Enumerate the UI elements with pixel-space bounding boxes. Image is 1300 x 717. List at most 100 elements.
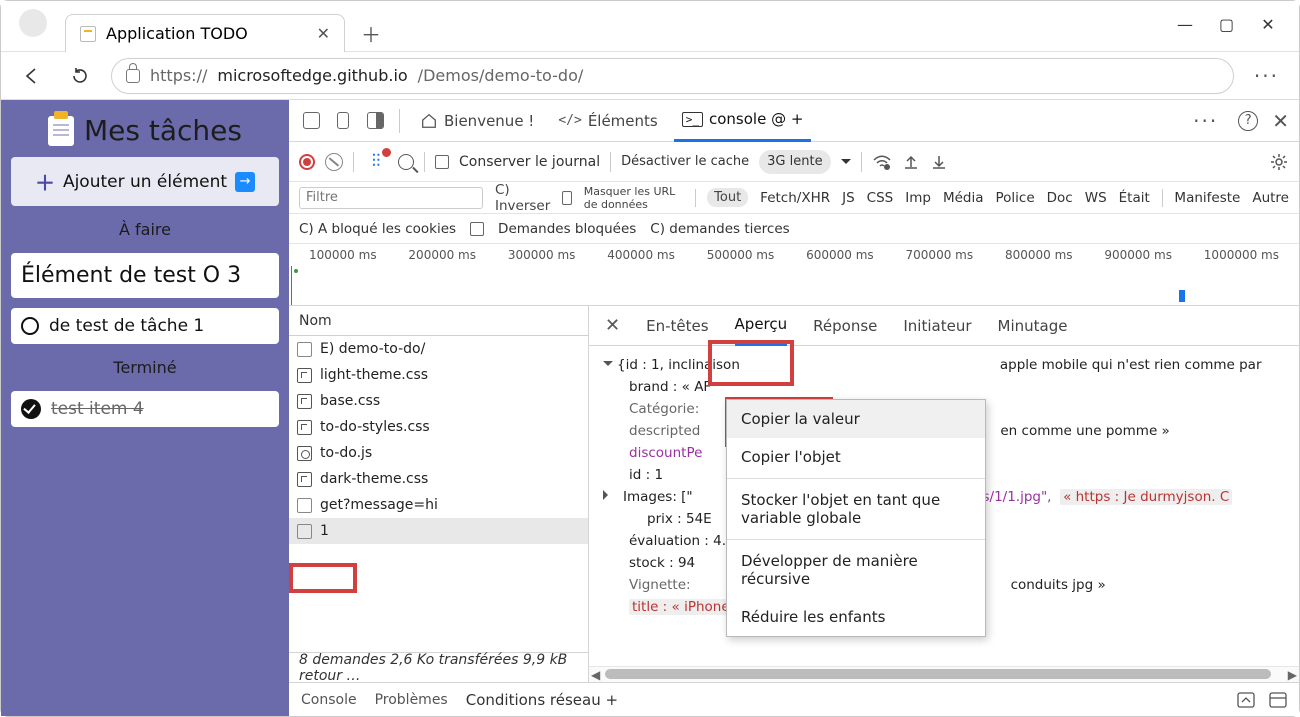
request-row[interactable]: get?message=hi	[289, 492, 588, 518]
request-row[interactable]: dark-theme.css	[289, 466, 588, 492]
blocked-cookies-toggle[interactable]: C) A bloqué les cookies	[299, 221, 456, 237]
url-host: microsoftedge.github.io	[217, 66, 407, 85]
request-row[interactable]: 1	[289, 518, 588, 544]
filter-input[interactable]	[299, 187, 483, 209]
drawer-collapse-icon[interactable]	[1269, 692, 1287, 708]
context-menu-item-store-global[interactable]: Stocker l'objet en tant que variable glo…	[727, 481, 985, 537]
console-icon: >_	[682, 112, 703, 127]
back-button[interactable]	[15, 59, 49, 93]
filter-type[interactable]: CSS	[867, 190, 894, 206]
help-icon[interactable]: ?	[1238, 111, 1258, 131]
filter-type[interactable]: Doc	[1047, 190, 1073, 206]
preserve-log-checkbox[interactable]	[435, 155, 449, 169]
section-todo: À faire	[11, 216, 279, 243]
request-row[interactable]: base.css	[289, 388, 588, 414]
third-party-toggle[interactable]: C) demandes tierces	[650, 221, 789, 237]
request-name: light-theme.css	[320, 367, 428, 383]
tab-console-quick[interactable]: >_ console @ +	[674, 100, 812, 142]
blocked-reqs-checkbox[interactable]	[470, 222, 484, 236]
invert-checkbox[interactable]: C) Inverser	[495, 182, 550, 214]
file-type-icon	[297, 498, 312, 513]
task-item-pending[interactable]: de test de tâche 1	[11, 308, 279, 344]
code-icon: </>	[558, 113, 581, 128]
filter-type[interactable]: WS	[1085, 190, 1107, 206]
file-type-icon	[297, 524, 312, 539]
filter-type[interactable]: Était	[1119, 190, 1150, 206]
tab-headers[interactable]: En-têtes	[646, 306, 708, 346]
request-list-header[interactable]: Nom	[289, 306, 588, 336]
filter-toggle-icon[interactable]: ⫶⫶	[364, 150, 388, 174]
filter-type-all[interactable]: Tout	[707, 188, 748, 207]
browser-tab[interactable]: Application TODO ✕	[65, 14, 345, 52]
drawer-tab-console[interactable]: Console	[301, 692, 357, 708]
inspect-element-icon[interactable]	[299, 109, 323, 133]
request-name: get?message=hi	[320, 497, 438, 513]
detail-close-icon[interactable]: ✕	[605, 315, 620, 336]
new-tab-button[interactable]: ＋	[353, 15, 389, 51]
url-scheme: https://	[150, 66, 207, 85]
tab-initiator[interactable]: Initiateur	[903, 306, 971, 346]
filter-type[interactable]: Média	[943, 190, 984, 206]
request-name: to-do.js	[320, 445, 372, 461]
browser-menu-icon[interactable]: ···	[1248, 64, 1285, 88]
url-box[interactable]: https://microsoftedge.github.io/Demos/de…	[111, 58, 1234, 94]
close-window-icon[interactable]: ✕	[1261, 15, 1275, 34]
task-input[interactable]: Élément de test O 3	[11, 253, 279, 298]
tab-response[interactable]: Réponse	[813, 306, 877, 346]
checked-circle-icon[interactable]	[21, 399, 41, 419]
filter-type[interactable]: Manifeste	[1174, 190, 1240, 206]
profile-avatar[interactable]	[19, 9, 47, 37]
drawer-tab-netconditions[interactable]: Conditions réseau +	[466, 691, 618, 709]
maximize-icon[interactable]: ▢	[1219, 15, 1233, 34]
record-icon[interactable]	[299, 154, 315, 170]
request-row[interactable]: light-theme.css	[289, 362, 588, 388]
filter-type[interactable]: Fetch/XHR	[760, 190, 830, 206]
drawer-expand-icon[interactable]	[1237, 692, 1255, 708]
context-menu-item-expand[interactable]: Développer de manière récursive	[727, 542, 985, 598]
settings-gear-icon[interactable]	[1269, 152, 1289, 172]
chevron-down-icon[interactable]	[841, 159, 851, 169]
disable-cache-label[interactable]: Désactiver le cache	[621, 154, 749, 169]
drawer-tab-problems[interactable]: Problèmes	[375, 692, 448, 708]
network-timeline[interactable]: 100000 ms 200000 ms 300000 ms 400000 ms …	[289, 244, 1299, 306]
unchecked-circle-icon[interactable]	[21, 317, 39, 335]
tab-welcome[interactable]: Bienvenue !	[412, 100, 542, 142]
devtools-close-icon[interactable]: ✕	[1272, 109, 1289, 133]
minimize-icon[interactable]: —	[1177, 15, 1191, 34]
devtools-more-icon[interactable]: ···	[1187, 109, 1224, 133]
filter-type[interactable]: Imp	[905, 190, 931, 206]
hide-data-checkbox[interactable]	[562, 191, 571, 205]
context-menu-item-collapse[interactable]: Réduire les enfants	[727, 598, 985, 636]
tab-close-icon[interactable]: ✕	[317, 24, 330, 43]
clear-icon[interactable]	[325, 153, 343, 171]
filter-type[interactable]: JS	[842, 190, 855, 206]
context-menu-item-copy-object[interactable]: Copier l'objet	[727, 438, 985, 476]
throttle-select[interactable]: 3G lente	[759, 150, 830, 174]
section-done: Terminé	[11, 354, 279, 381]
network-options-row: C) A bloqué les cookies Demandes bloquée…	[289, 214, 1299, 244]
context-menu-item-copy-value[interactable]: Copier la valeur	[727, 400, 985, 438]
horizontal-scrollbar[interactable]: ◀ ▶	[589, 666, 1299, 682]
highlight-box-preview-tab	[708, 340, 794, 386]
tab-timing[interactable]: Minutage	[998, 306, 1068, 346]
request-row[interactable]: to-do.js	[289, 440, 588, 466]
page-title: Mes tâches	[11, 114, 279, 147]
task-item-done[interactable]: test item 4	[11, 391, 279, 427]
file-type-icon	[297, 472, 312, 487]
dock-side-icon[interactable]	[363, 109, 387, 133]
reload-button[interactable]	[63, 59, 97, 93]
add-item-button[interactable]: ＋ Ajouter un élément →	[11, 157, 279, 206]
request-row[interactable]: to-do-styles.css	[289, 414, 588, 440]
device-toggle-icon[interactable]	[331, 109, 355, 133]
home-icon	[420, 112, 438, 130]
download-icon[interactable]	[930, 153, 948, 171]
upload-icon[interactable]	[902, 153, 920, 171]
tab-elements[interactable]: </> Éléments	[550, 100, 665, 142]
page-favicon	[80, 26, 96, 42]
search-icon[interactable]	[398, 154, 414, 170]
wifi-icon[interactable]	[872, 152, 892, 172]
filter-type[interactable]: Autre	[1252, 190, 1289, 206]
page-content: Mes tâches ＋ Ajouter un élément → À fair…	[1, 100, 289, 716]
request-row[interactable]: E) demo-to-do/	[289, 336, 588, 362]
filter-type[interactable]: Police	[996, 190, 1035, 206]
